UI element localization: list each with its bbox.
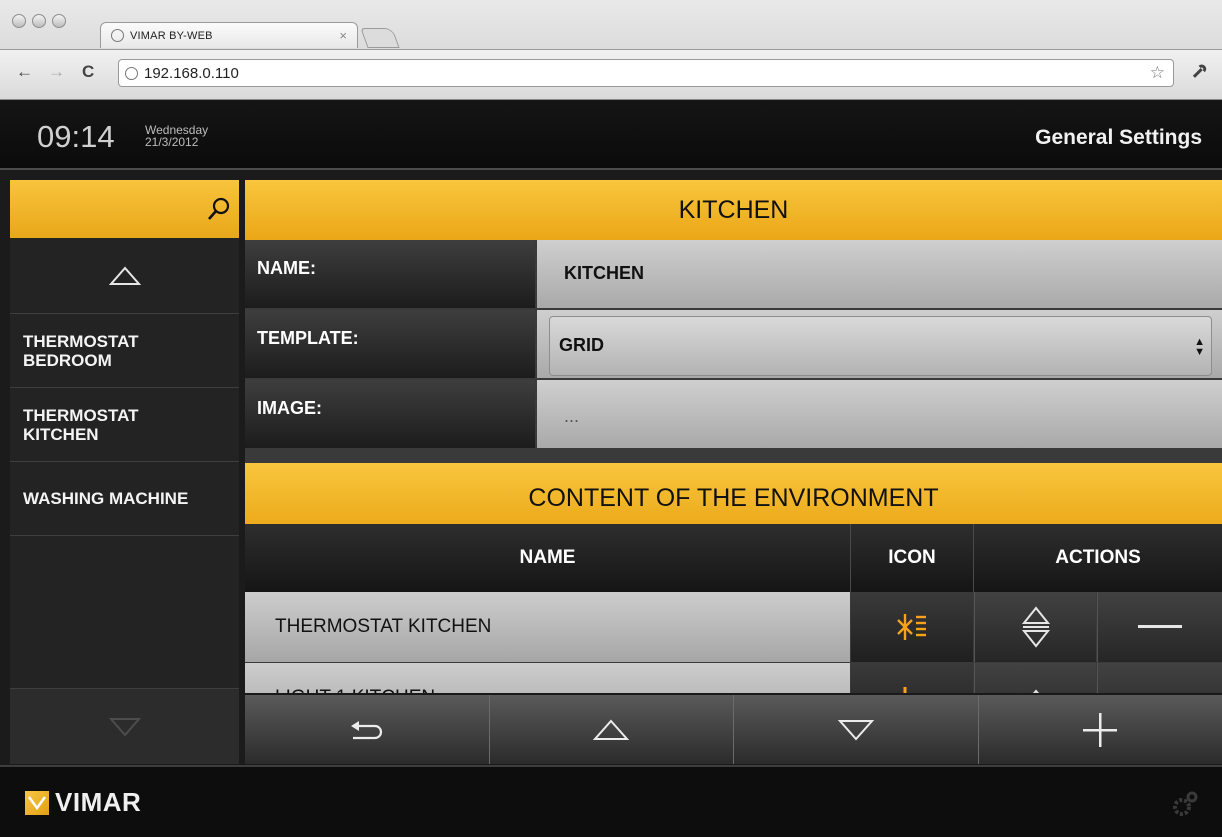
room-title: KITCHEN [678, 195, 789, 224]
window-controls [12, 14, 66, 28]
tab-title: VIMAR BY-WEB [130, 29, 213, 42]
sidebar-item-thermostat-kitchen[interactable]: THERMOSTAT KITCHEN [10, 388, 239, 462]
room-title-bar: KITCHEN [245, 180, 1222, 240]
app-header: 09:14 Wednesday 21/3/2012 General Settin… [0, 100, 1222, 170]
template-select[interactable]: GRID ▲ ▼ [549, 316, 1212, 376]
add-item-button[interactable] [979, 695, 1222, 764]
chevron-down-icon [837, 719, 874, 741]
browser-tab[interactable]: VIMAR BY-WEB × [100, 22, 358, 48]
address-bar[interactable]: 192.168.0.110 ☆ [118, 59, 1174, 87]
back-button[interactable]: ← [16, 62, 33, 82]
sidebar-item-washing-machine[interactable]: WASHING MACHINE [10, 462, 239, 536]
url-text[interactable]: 192.168.0.110 [144, 65, 1150, 82]
sidebar-item-label: WASHING MACHINE [23, 489, 189, 508]
remove-item-button[interactable] [1097, 592, 1222, 662]
up-down-arrows-icon [1021, 606, 1050, 648]
wrench-menu-icon[interactable] [1186, 59, 1216, 89]
column-header-name: NAME [245, 524, 851, 592]
name-field-row: NAME: KITCHEN [245, 240, 1222, 308]
plus-icon [1083, 712, 1118, 747]
image-input[interactable]: ... [537, 380, 1222, 448]
name-input[interactable]: KITCHEN [537, 240, 1222, 308]
minimize-window-button[interactable] [32, 14, 46, 28]
sidebar: THERMOSTAT BEDROOM THERMOSTAT KITCHEN WASH… [10, 180, 239, 764]
globe-icon [125, 66, 138, 80]
gear-icon[interactable] [1170, 789, 1200, 826]
template-label: TEMPLATE: [245, 310, 535, 378]
reorder-button[interactable] [974, 592, 1096, 662]
sidebar-item-thermostat-bedroom[interactable]: THERMOSTAT BEDROOM [10, 314, 239, 388]
thermostat-icon[interactable] [851, 592, 973, 662]
clock-date: Wednesday 21/3/2012 [145, 124, 208, 148]
app-footer: VIMAR [0, 765, 1222, 837]
zoom-window-button[interactable] [52, 14, 66, 28]
template-selected-value: GRID [559, 335, 604, 355]
logo-mark-icon [25, 790, 49, 815]
search-icon[interactable] [206, 196, 232, 227]
search-bar[interactable] [10, 180, 239, 238]
minus-icon [1138, 625, 1182, 628]
sidebar-scroll-down-button[interactable] [10, 688, 239, 764]
bookmark-star-icon[interactable]: ☆ [1150, 63, 1165, 83]
content-title: CONTENT OF THE ENVIRONMENT [528, 483, 939, 512]
main-panel: KITCHEN NAME: KITCHEN TEMPLATE: GRID ▲ ▼ … [245, 180, 1222, 764]
back-button[interactable] [245, 695, 490, 764]
column-header-actions: ACTIONS [1055, 547, 1141, 568]
name-label: NAME: [245, 240, 535, 308]
move-up-button[interactable] [490, 695, 734, 764]
select-arrows-icon: ▲ ▼ [1194, 336, 1205, 358]
chevron-down-icon [108, 717, 141, 737]
move-down-button[interactable] [734, 695, 979, 764]
clock-time: 09:14 [37, 119, 115, 154]
date-label: 21/3/2012 [145, 135, 199, 149]
forward-button[interactable]: → [48, 62, 65, 82]
chevron-up-icon [108, 265, 141, 285]
reload-button[interactable]: C [82, 62, 94, 82]
image-field-row: IMAGE: ... [245, 380, 1222, 448]
bottom-action-bar [245, 693, 1222, 764]
sidebar-item-label: THERMOSTAT [23, 405, 139, 425]
image-label: IMAGE: [245, 380, 535, 448]
table-row[interactable]: THERMOSTAT KITCHEN [245, 592, 1222, 662]
app-container: 09:14 Wednesday 21/3/2012 General Settin… [0, 100, 1222, 837]
sidebar-item-label: THERMOSTAT [23, 331, 139, 351]
globe-icon [111, 29, 124, 42]
column-header-icon: ICON [851, 524, 974, 592]
close-tab-icon[interactable]: × [339, 28, 347, 43]
new-tab-button[interactable] [360, 28, 400, 48]
content-title-bar: CONTENT OF THE ENVIRONMENT [245, 463, 1222, 533]
browser-chrome: VIMAR BY-WEB × ← → C 192.168.0.110 ☆ [0, 0, 1222, 100]
browser-toolbar: ← → C 192.168.0.110 ☆ [0, 49, 1222, 99]
brand-name: VIMAR [55, 787, 142, 817]
close-window-button[interactable] [12, 14, 26, 28]
row-name: THERMOSTAT KITCHEN [245, 592, 850, 662]
vimar-logo: VIMAR [25, 787, 141, 818]
chevron-up-icon [593, 718, 630, 740]
sidebar-scroll-up-button[interactable] [10, 238, 239, 314]
content-table-header: NAME ICON ACTIONS [245, 524, 1222, 592]
sidebar-item-label: KITCHEN [23, 424, 99, 444]
page-title: General Settings [1035, 126, 1202, 149]
sidebar-item-label: BEDROOM [23, 350, 112, 370]
template-field-row: TEMPLATE: GRID ▲ ▼ [245, 310, 1222, 378]
return-arrow-icon [350, 720, 382, 739]
